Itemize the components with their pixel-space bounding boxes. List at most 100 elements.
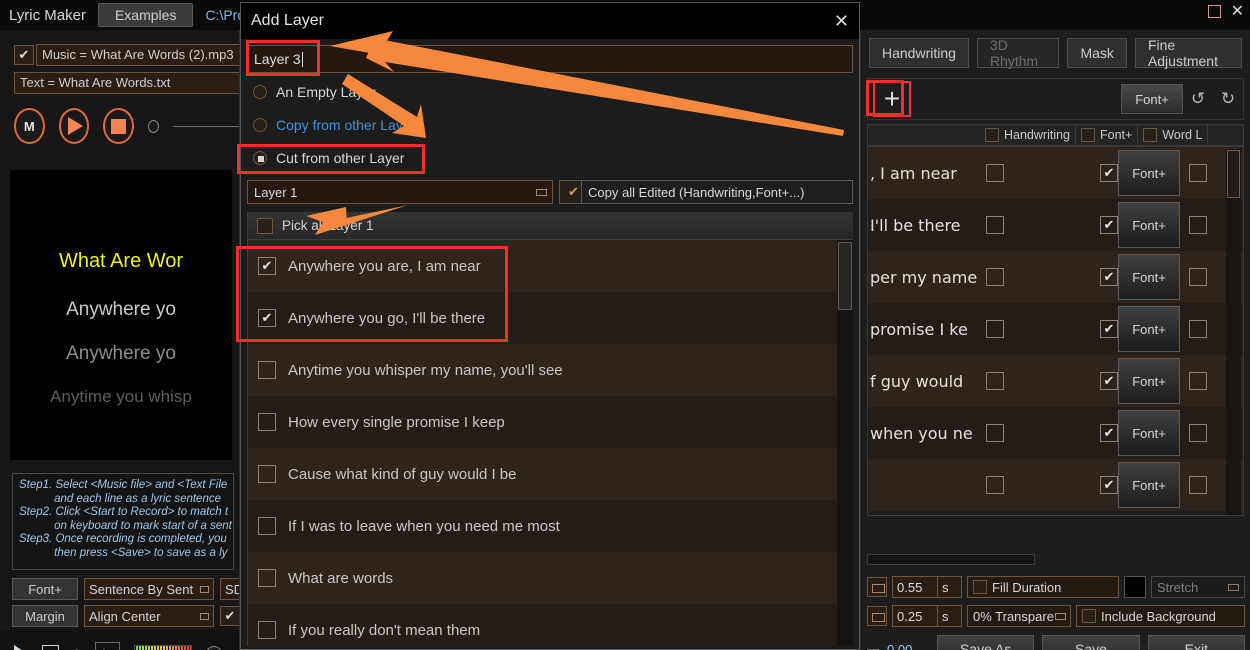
stop-icon[interactable] (42, 645, 59, 650)
exit-button[interactable]: Exit (1147, 635, 1245, 650)
source-layer-combo[interactable]: Layer 1 (247, 180, 553, 204)
radio-cut-layer[interactable] (253, 151, 267, 165)
radio-empty-layer[interactable] (253, 85, 267, 99)
save-as-button[interactable]: Save As (937, 635, 1035, 650)
music-file-field[interactable]: Music = What Are Words (2).mp3 (36, 44, 239, 66)
list-item[interactable]: Cause what kind of guy would I be (248, 448, 853, 500)
handwriting-column-checkbox[interactable] (985, 128, 999, 142)
row-handwriting-checkbox[interactable] (986, 320, 1004, 338)
list-item-checkbox[interactable] (258, 309, 276, 327)
source-sentence-list[interactable]: Pick all Layer 1 Anywhere you are, I am … (247, 212, 853, 646)
duration-value[interactable]: 0.55 (892, 576, 938, 598)
fill-duration-checkbox[interactable] (973, 580, 987, 594)
tab-3d-rhythm[interactable]: 3D Rhythm (976, 37, 1060, 69)
maximize-icon[interactable] (1207, 5, 1221, 18)
margin-button[interactable]: Margin (12, 605, 78, 627)
row-fontplus-checkbox[interactable] (1100, 476, 1118, 494)
list-item-checkbox[interactable] (258, 465, 276, 483)
play-button[interactable] (58, 108, 90, 144)
list-item[interactable]: Anywhere you are, I am near (248, 240, 853, 292)
close-icon[interactable]: ✕ (834, 11, 849, 32)
layer-name-input[interactable]: Layer 3 (247, 45, 853, 73)
fade-mode-combo[interactable] (867, 606, 887, 626)
save-button[interactable]: Save (1042, 635, 1140, 650)
col-header-fontplus[interactable]: Font+ (1076, 125, 1139, 145)
tab-examples[interactable]: Examples (97, 3, 194, 27)
row-wordlevel-checkbox[interactable] (1189, 476, 1207, 494)
tab-mask[interactable]: Mask (1067, 38, 1127, 68)
progress-slider-track[interactable] (172, 125, 239, 127)
font-plus-button[interactable]: Font+ (12, 578, 78, 600)
redo-icon[interactable]: ↻ (1213, 89, 1243, 109)
table-row[interactable]: per my name Font+ (868, 251, 1243, 303)
row-wordlevel-checkbox[interactable] (1189, 268, 1207, 286)
row-fontplus-checkbox[interactable] (1100, 372, 1118, 390)
table-row[interactable]: Font+ (868, 459, 1243, 511)
row-font-button[interactable]: Font+ (1118, 150, 1180, 196)
row-fontplus-checkbox[interactable] (1100, 164, 1118, 182)
stretch-combo[interactable]: Stretch (1151, 576, 1245, 598)
dialog-scrollbar-thumb[interactable] (838, 242, 852, 310)
music-file-checkbox[interactable] (14, 45, 34, 65)
color-swatch[interactable] (1124, 576, 1146, 598)
transparency-combo[interactable]: 0% Transpare (967, 605, 1071, 627)
include-background-toggle[interactable]: Include Background (1076, 605, 1245, 627)
progress-slider-knob[interactable] (147, 119, 159, 133)
list-item[interactable]: Anytime you whisper my name, you'll see (248, 344, 853, 396)
volume-slider-knob[interactable] (205, 645, 222, 650)
copy-all-checkbox[interactable]: ✔ (560, 181, 582, 203)
list-item[interactable]: If you really don't mean them (248, 604, 853, 646)
row-handwriting-checkbox[interactable] (986, 268, 1004, 286)
option-copy-layer[interactable]: Copy from other Layer (241, 111, 859, 139)
rows-vertical-scrollbar[interactable] (1226, 149, 1241, 515)
fill-duration-toggle[interactable]: Fill Duration (967, 576, 1119, 598)
list-item-checkbox[interactable] (258, 361, 276, 379)
list-item-checkbox[interactable] (258, 257, 276, 275)
row-wordlevel-checkbox[interactable] (1189, 372, 1207, 390)
col-header-wordlevel[interactable]: Word L (1138, 125, 1209, 145)
table-row[interactable]: f guy would Font+ (868, 355, 1243, 407)
lyric-rows-list[interactable]: , I am near Font+ I'll be there Font+ pe… (867, 146, 1244, 516)
row-handwriting-checkbox[interactable] (986, 164, 1004, 182)
row-wordlevel-checkbox[interactable] (1189, 320, 1207, 338)
list-item-checkbox[interactable] (258, 621, 276, 639)
list-item-checkbox[interactable] (258, 569, 276, 587)
list-item[interactable]: Anywhere you go, I'll be there (248, 292, 853, 344)
font-plus-button[interactable]: Font+ (1121, 84, 1183, 114)
pick-all-row[interactable]: Pick all Layer 1 (248, 212, 853, 240)
close-icon[interactable]: ✕ (1231, 4, 1244, 20)
list-item-checkbox[interactable] (258, 517, 276, 535)
list-item[interactable]: What are words (248, 552, 853, 604)
list-item[interactable]: How every single promise I keep (248, 396, 853, 448)
table-row[interactable]: when you ne Font+ (868, 407, 1243, 459)
fade-value[interactable]: 0.25 (892, 605, 938, 627)
row-handwriting-checkbox[interactable] (986, 424, 1004, 442)
mute-button[interactable]: M (14, 108, 45, 144)
dialog-vertical-scrollbar[interactable] (837, 240, 853, 646)
col-header-handwriting[interactable]: Handwriting (980, 125, 1077, 145)
list-item[interactable]: If I was to leave when you need me most (248, 500, 853, 552)
copy-all-edited-toggle[interactable]: ✔ Copy all Edited (Handwriting,Font+...) (559, 180, 853, 204)
list-item-checkbox[interactable] (258, 413, 276, 431)
text-file-field[interactable]: Text = What Are Words.txt (14, 72, 239, 94)
row-fontplus-checkbox[interactable] (1100, 216, 1118, 234)
row-fontplus-checkbox[interactable] (1100, 424, 1118, 442)
row-font-button[interactable]: Font+ (1118, 410, 1180, 456)
row-handwriting-checkbox[interactable] (986, 476, 1004, 494)
rows-horizontal-scrollbar[interactable] (867, 554, 1035, 565)
include-background-checkbox[interactable] (1082, 609, 1096, 623)
row-wordlevel-checkbox[interactable] (1189, 216, 1207, 234)
row-font-button[interactable]: Font+ (1118, 462, 1180, 508)
row-font-button[interactable]: Font+ (1118, 306, 1180, 352)
table-row[interactable]: , I am near Font+ (868, 147, 1243, 199)
add-layer-button[interactable]: + (873, 81, 911, 117)
rows-scrollbar-thumb[interactable] (1227, 150, 1240, 198)
row-fontplus-checkbox[interactable] (1100, 320, 1118, 338)
tab-handwriting[interactable]: Handwriting (869, 38, 969, 68)
play-icon[interactable] (14, 644, 28, 650)
fontplus-column-checkbox[interactable] (1081, 128, 1096, 142)
sd-combo[interactable]: SD (220, 578, 239, 600)
pick-all-checkbox[interactable] (257, 217, 273, 234)
row-handwriting-checkbox[interactable] (986, 372, 1004, 390)
row-fontplus-checkbox[interactable] (1100, 268, 1118, 286)
